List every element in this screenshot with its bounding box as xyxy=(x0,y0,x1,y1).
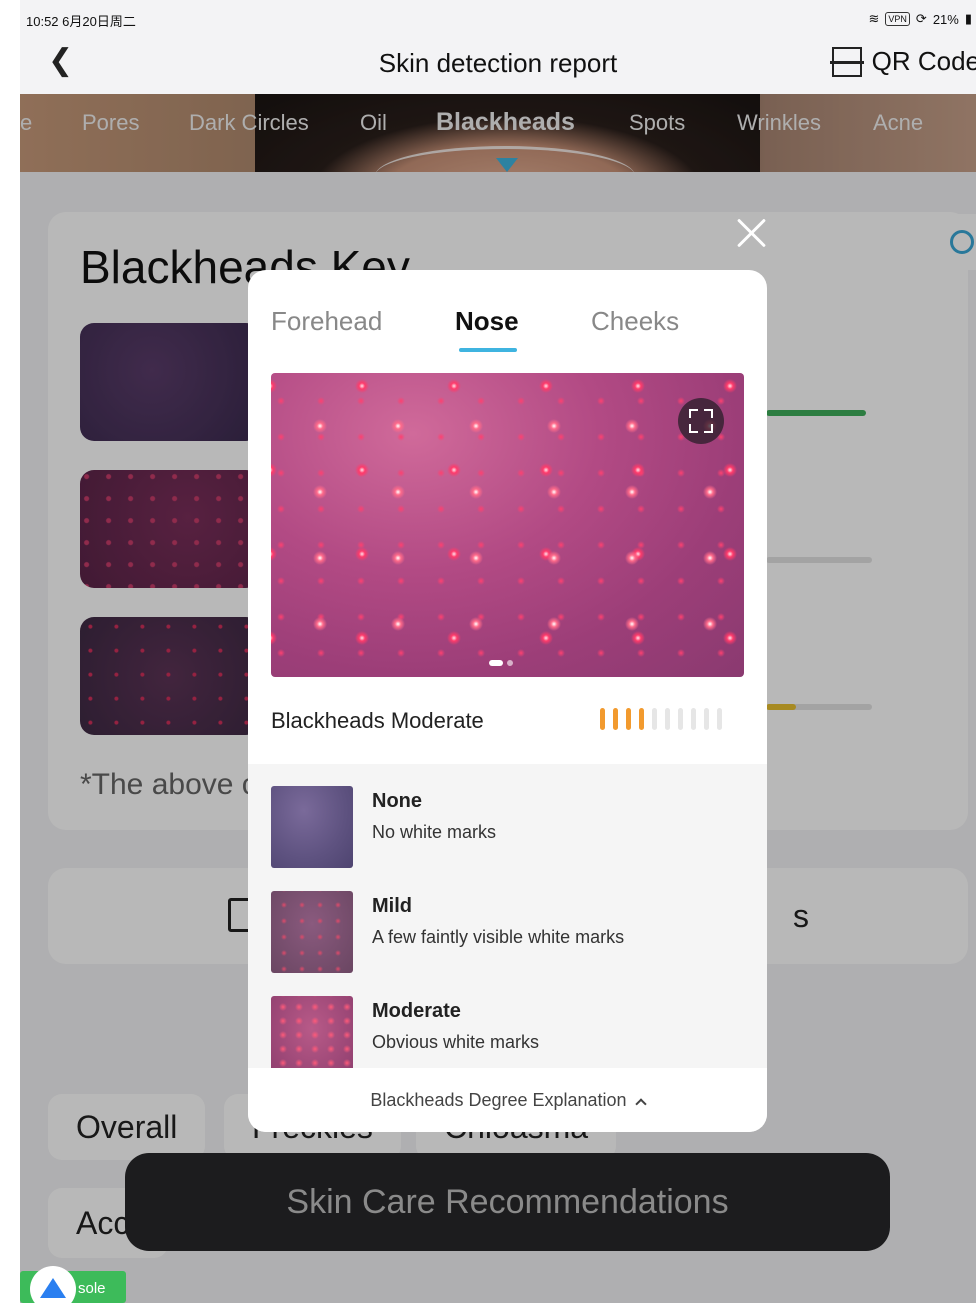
degree-swatch-none xyxy=(271,786,353,868)
severity-segment-filled xyxy=(626,708,631,730)
blackheads-status: Blackheads Moderate xyxy=(271,708,484,733)
degree-name: None xyxy=(372,790,422,812)
severity-segment-filled xyxy=(639,708,644,730)
severity-segment xyxy=(665,708,670,730)
degree-desc: A few faintly visible white marks xyxy=(372,927,625,947)
severity-segment xyxy=(717,708,722,730)
severity-segment-filled xyxy=(600,708,605,730)
list-item: Moderate Obvious white marks xyxy=(271,996,751,1068)
list-item: Mild A few faintly visible white marks xyxy=(271,891,751,975)
chevron-up-icon xyxy=(634,1098,647,1110)
carousel-dot-active xyxy=(489,660,503,666)
active-tab-underline xyxy=(459,348,517,352)
degree-swatch-mild xyxy=(271,891,353,973)
severity-segment xyxy=(691,708,696,730)
degree-list: None No white marks Mild A few faintly v… xyxy=(248,764,767,1068)
rotation-lock-icon: ⟳ xyxy=(915,11,927,26)
footer-label: Blackheads Degree Explanation xyxy=(370,1090,627,1110)
wifi-icon: ≋ xyxy=(868,11,880,26)
nose-skin-photo[interactable] xyxy=(271,373,744,677)
severity-meter xyxy=(600,708,722,730)
header: ❮ Skin detection report QR Code xyxy=(20,32,976,94)
expand-icon[interactable] xyxy=(678,398,724,444)
degree-name: Mild xyxy=(372,895,412,917)
battery-level: 21% xyxy=(932,11,959,27)
region-tabs: Forehead Nose Cheeks xyxy=(248,270,767,360)
severity-segment xyxy=(652,708,657,730)
degree-desc: No white marks xyxy=(372,822,497,842)
qr-code-label: QR Code xyxy=(871,46,976,76)
status-time: 10:52 6月20日周二 xyxy=(26,14,136,29)
degree-name: Moderate xyxy=(372,1000,461,1022)
status-icons: ≋ VPN ⟳ 21% ▮ xyxy=(868,11,972,27)
close-icon[interactable] xyxy=(734,216,768,250)
carousel-dot xyxy=(507,660,513,666)
tab-forehead[interactable]: Forehead xyxy=(271,306,382,337)
severity-segment xyxy=(704,708,709,730)
severity-segment-filled xyxy=(613,708,618,730)
carousel-dots xyxy=(489,660,513,666)
degree-swatch-moderate xyxy=(271,996,353,1068)
qr-code-button[interactable]: QR Code xyxy=(829,46,976,77)
degree-explanation-toggle[interactable]: Blackheads Degree Explanation xyxy=(248,1068,767,1132)
qr-scan-icon xyxy=(829,46,864,77)
app-screen: 10:52 6月20日周二 ≋ VPN ⟳ 21% ▮ ❮ Skin detec… xyxy=(20,0,976,1303)
severity-segment xyxy=(678,708,683,730)
degree-desc: Obvious white marks xyxy=(372,1032,540,1052)
skin-care-recommendations-button[interactable]: Skin Care Recommendations xyxy=(125,1153,890,1251)
list-item: None No white marks xyxy=(271,786,751,870)
tab-nose[interactable]: Nose xyxy=(455,306,519,337)
tab-cheeks[interactable]: Cheeks xyxy=(591,306,679,337)
vpn-badge: VPN xyxy=(885,12,910,26)
region-detail-modal: Forehead Nose Cheeks Blackheads Moderate… xyxy=(248,270,767,1132)
battery-icon: ▮ xyxy=(964,11,972,26)
status-bar: 10:52 6月20日周二 ≋ VPN ⟳ 21% ▮ xyxy=(20,8,976,32)
